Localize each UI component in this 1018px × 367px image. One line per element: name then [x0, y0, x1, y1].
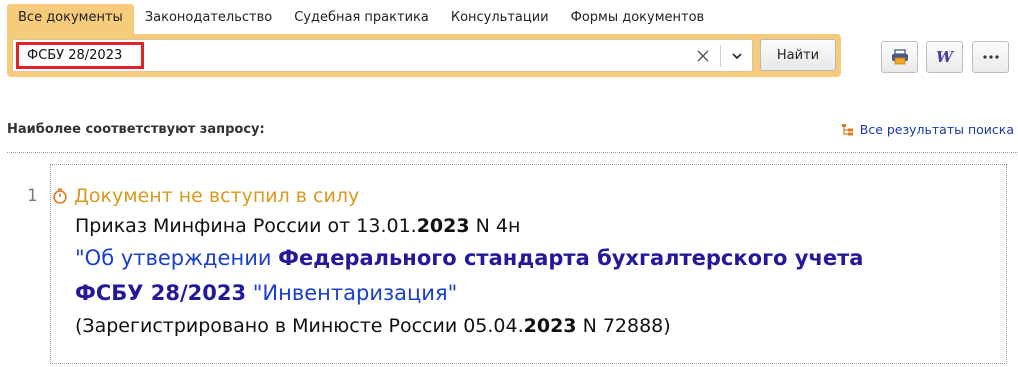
result-number: 1: [27, 186, 38, 206]
doc-reg-number: N 72888): [576, 315, 671, 337]
stopwatch-icon: [52, 188, 68, 204]
more-icon: [982, 55, 999, 59]
tab-document-forms[interactable]: Формы документов: [560, 4, 716, 34]
search-divider: [720, 45, 721, 67]
doc-ref-highlight: 2023: [416, 215, 470, 237]
print-button[interactable]: [881, 41, 918, 73]
document-title-line2[interactable]: ФСБУ 28/2023 "Инвентаризация": [75, 281, 457, 305]
more-options-button[interactable]: [972, 41, 1009, 73]
close-icon[interactable]: [693, 46, 713, 66]
tab-all-documents[interactable]: Все документы: [7, 4, 134, 34]
document-status: Документ не вступил в силу: [52, 185, 359, 207]
tab-legislation[interactable]: Законодательство: [134, 4, 283, 34]
doc-reg-text: (Зарегистрировано в Минюсте России 05.04…: [75, 315, 524, 337]
doc-reg-highlight: 2023: [523, 315, 577, 337]
all-results-label: Все результаты поиска: [859, 122, 1014, 137]
doc-title-text: "Об утверждении: [75, 246, 279, 270]
printer-icon: [891, 49, 908, 65]
tab-consultations[interactable]: Консультации: [440, 4, 560, 34]
doc-ref-text: Приказ Минфина России от 13.01.: [75, 215, 417, 237]
search-field-container: [12, 39, 753, 72]
document-title-line1[interactable]: "Об утверждении Федерального стандарта б…: [75, 246, 863, 270]
document-reference[interactable]: Приказ Минфина России от 13.01.2023 N 4н: [75, 215, 520, 237]
export-word-button[interactable]: W: [926, 41, 963, 73]
search-scope-tabs: Все документы Законодательство Судебная …: [7, 4, 715, 34]
doc-title-highlight: Федерального стандарта бухгалтерского уч…: [278, 246, 864, 270]
find-button[interactable]: Найти: [760, 39, 836, 71]
chevron-down-icon[interactable]: [726, 46, 748, 66]
tree-list-icon: [841, 123, 855, 137]
tab-court-practice[interactable]: Судебная практика: [283, 4, 440, 34]
doc-title-code-highlight: ФСБУ 28/2023: [75, 281, 247, 305]
document-status-label: Документ не вступил в силу: [74, 185, 360, 207]
results-divider: [7, 152, 1018, 153]
search-input[interactable]: [16, 42, 144, 69]
results-heading: Наиболее соответствуют запросу:: [7, 122, 265, 137]
search-bar: Найти: [7, 34, 841, 77]
doc-ref-number: N 4н: [469, 215, 521, 237]
document-registration: (Зарегистрировано в Минюсте России 05.04…: [75, 315, 671, 337]
doc-title-name: "Инвентаризация": [246, 281, 458, 305]
word-icon: W: [936, 48, 953, 66]
all-results-link[interactable]: Все результаты поиска: [841, 122, 1014, 137]
